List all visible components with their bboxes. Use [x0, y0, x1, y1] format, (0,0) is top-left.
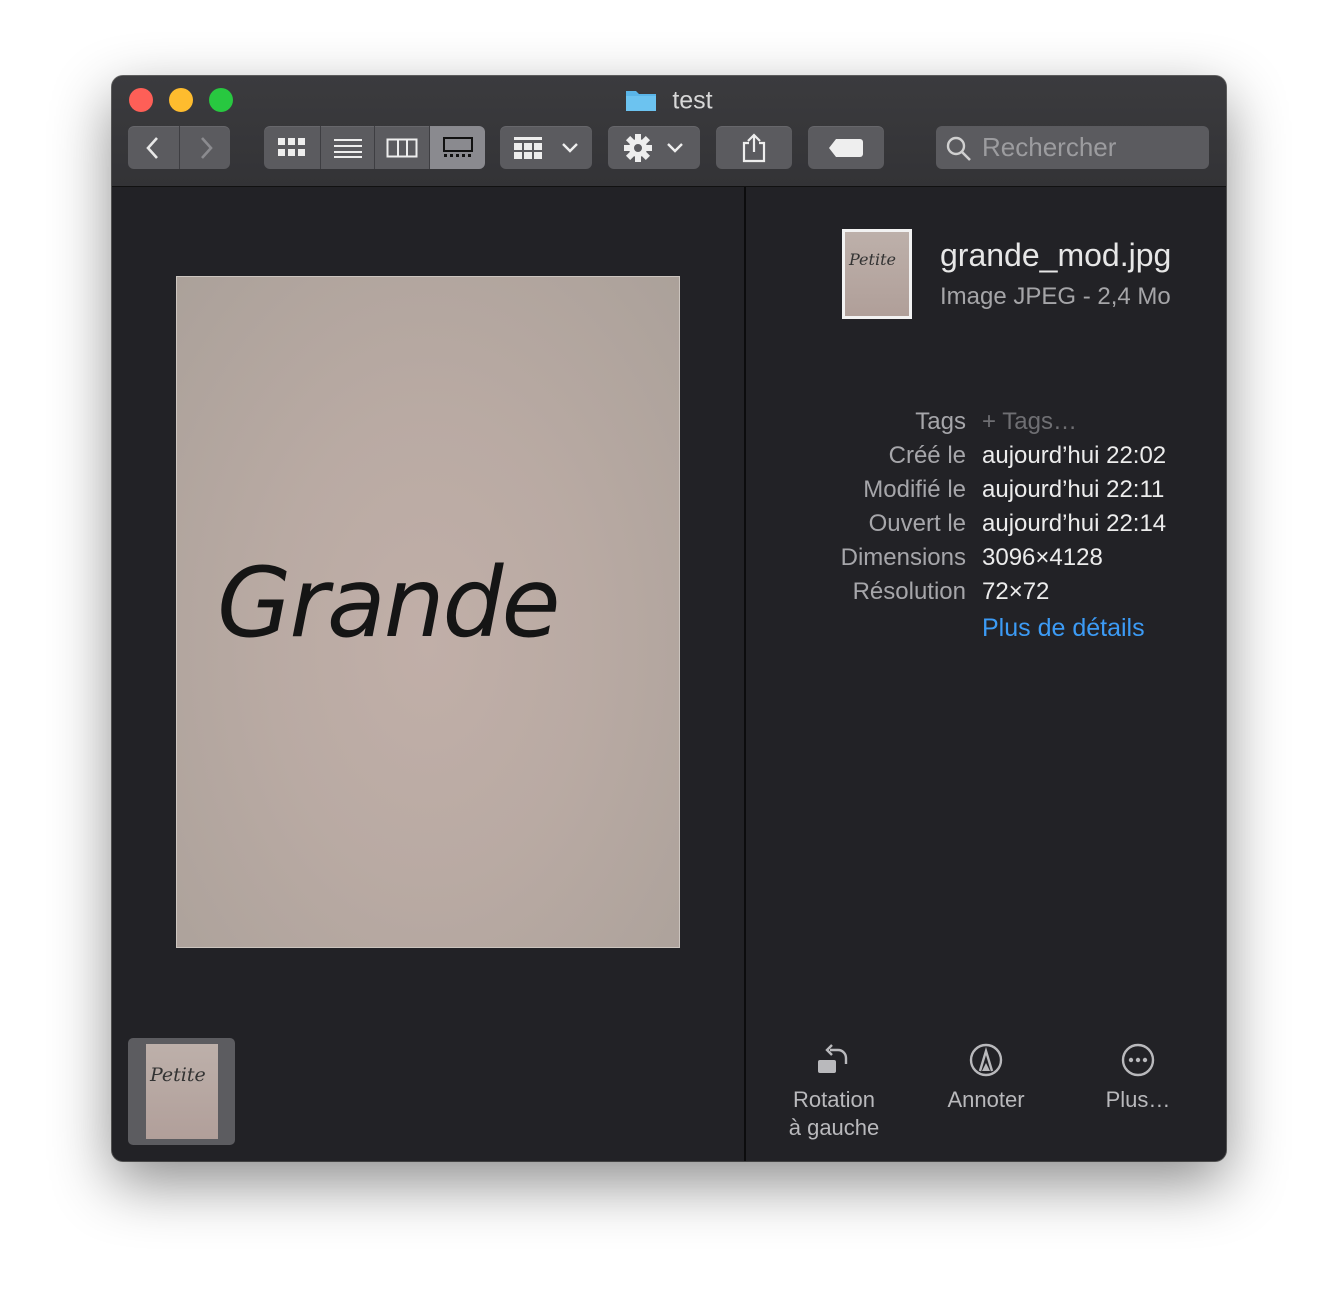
metadata-row-resolution: Résolution 72×72	[746, 575, 1226, 609]
search-placeholder: Rechercher	[982, 132, 1117, 162]
metadata-key: Résolution	[852, 578, 966, 605]
file-thumbnail-handwriting: Petite	[849, 250, 896, 269]
gallery-view-icon	[442, 136, 473, 157]
columns-view-button[interactable]	[374, 126, 429, 169]
markup-button[interactable]: Annoter	[906, 1040, 1066, 1114]
search-field[interactable]: Rechercher	[936, 126, 1209, 169]
add-tags-field[interactable]: + Tags…	[982, 405, 1077, 439]
markup-label: Annoter	[947, 1087, 1025, 1112]
view-mode-control	[264, 126, 485, 169]
tag-button[interactable]	[808, 126, 884, 169]
preview-inspector: Petite grande_mod.jpg Image JPEG - 2,4 M…	[746, 187, 1226, 1161]
rotate-left-button[interactable]: Rotation à gauche	[754, 1040, 914, 1142]
metadata-value: aujourd’hui 22:11	[982, 476, 1165, 503]
nav-buttons	[128, 126, 230, 169]
metadata-value: 72×72	[982, 578, 1050, 605]
share-icon	[742, 132, 766, 162]
metadata-value: aujourd’hui 22:14	[982, 510, 1167, 537]
more-actions-button[interactable]: Plus…	[1058, 1040, 1218, 1114]
metadata-key: Tags	[915, 408, 966, 435]
folder-icon	[626, 91, 657, 112]
metadata-row-tags: Tags + Tags…	[746, 405, 1226, 439]
metadata-value: 3096×4128	[982, 544, 1103, 571]
file-name: grande_mod.jpg	[940, 237, 1172, 273]
action-menu-button[interactable]	[608, 126, 700, 169]
icons-view-icon	[278, 137, 305, 156]
tag-icon	[829, 138, 863, 157]
list-view-button[interactable]	[320, 126, 375, 169]
gallery-pane: Grande Petite	[112, 187, 744, 1161]
list-view-icon	[334, 138, 362, 158]
toolbar: test Rechercher	[112, 76, 1226, 187]
metadata-row-opened: Ouvert le aujourd’hui 22:14	[746, 507, 1226, 541]
chevron-down-icon	[562, 142, 578, 153]
share-button[interactable]	[716, 126, 792, 169]
thumbnail-handwriting: Petite	[150, 1064, 206, 1086]
chevron-left-icon	[146, 136, 158, 159]
forward-button[interactable]	[179, 126, 231, 169]
handwritten-text: Grande	[217, 547, 561, 659]
metadata-row-created: Créé le aujourd’hui 22:02	[746, 439, 1226, 473]
more-details-link[interactable]: Plus de détails	[982, 611, 1145, 645]
metadata-key: Créé le	[888, 442, 966, 469]
columns-view-icon	[386, 138, 418, 157]
markup-icon	[969, 1043, 1003, 1077]
file-type: Image JPEG - 2,4 Mo	[940, 283, 1171, 310]
back-button[interactable]	[128, 126, 178, 169]
rotate-label-1: Rotation	[793, 1087, 875, 1112]
chevron-down-icon	[667, 142, 683, 153]
gear-icon	[624, 133, 652, 162]
more-icon	[1121, 1043, 1155, 1077]
metadata-row-dimensions: Dimensions 3096×4128	[746, 541, 1226, 575]
rotate-left-icon	[818, 1044, 848, 1073]
icons-view-button[interactable]	[264, 126, 320, 169]
image-preview[interactable]: Grande	[176, 276, 680, 948]
search-icon	[946, 136, 971, 161]
metadata-key: Modifié le	[863, 476, 966, 503]
chevron-right-icon	[200, 136, 213, 159]
finder-window: test Rechercher Grande Petite Petite gra…	[112, 76, 1226, 1161]
more-label: Plus…	[1105, 1087, 1171, 1112]
metadata-key: Dimensions	[840, 544, 966, 571]
thumbnail-image: Petite	[146, 1044, 218, 1139]
metadata-row-modified: Modifié le aujourd’hui 22:11	[746, 473, 1226, 507]
filmstrip-thumbnail[interactable]: Petite	[128, 1038, 235, 1145]
window-title-text: test	[672, 86, 713, 115]
metadata-value: aujourd’hui 22:02	[982, 442, 1167, 469]
group-by-icon	[514, 136, 542, 159]
group-by-button[interactable]	[500, 126, 592, 169]
window-title: test	[112, 84, 1226, 114]
metadata-key: Ouvert le	[868, 510, 966, 537]
gallery-view-button[interactable]	[429, 126, 485, 169]
rotate-label-2: à gauche	[788, 1115, 880, 1140]
file-thumbnail: Petite	[842, 229, 912, 319]
